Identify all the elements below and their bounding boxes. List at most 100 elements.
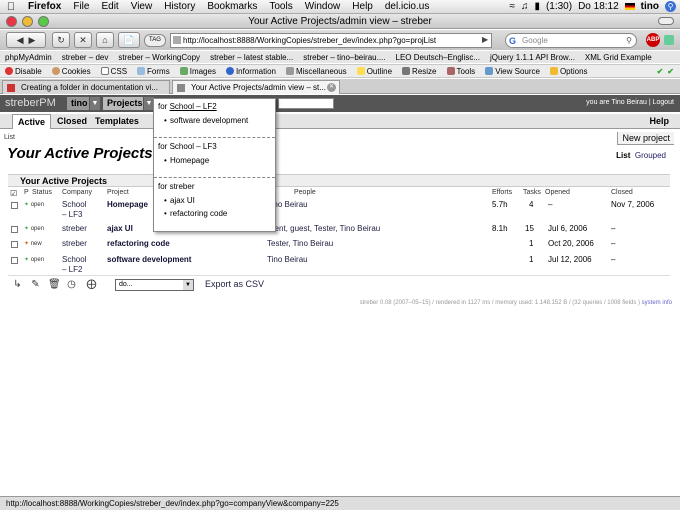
system-info-link[interactable]: system info [642,300,672,306]
extension-icon[interactable] [664,35,674,45]
dropdown-project-item[interactable]: refactoring code [154,207,275,220]
people-link[interactable]: Tino Beirau [267,255,308,264]
col-people[interactable]: People [294,189,316,196]
dropdown-company-link[interactable]: School – LF2 [170,102,217,111]
company-link-2[interactable]: – LF3 [62,210,82,219]
company-link[interactable]: School [62,200,86,209]
dropdown-company-header[interactable]: for streber [154,179,275,194]
battery-icon[interactable]: ▮ [534,1,540,12]
dev-forms[interactable]: Forms [132,67,175,76]
flag-icon[interactable] [624,3,635,10]
row-checkbox[interactable] [11,241,18,248]
clock[interactable]: Do 18:12 [578,1,619,12]
close-window-button[interactable] [6,16,17,27]
menu-bookmarks[interactable]: Bookmarks [201,1,263,12]
col-closed[interactable]: Closed [611,189,633,196]
user-info[interactable]: you are Tino Beirau | Logout [586,99,674,106]
dev-cookies[interactable]: Cookies [47,67,96,76]
project-link[interactable]: Homepage [107,200,148,209]
project-link[interactable]: ajax UI [107,224,133,233]
dev-tools[interactable]: Tools [442,67,481,76]
nav-user[interactable]: tino [67,97,89,110]
export-csv-link[interactable]: Export as CSV [205,279,264,289]
project-link[interactable]: refactoring code [107,239,170,248]
col-status[interactable]: Status [32,189,52,196]
people-link[interactable]: Tester, Tino Beirau [267,239,333,248]
col-priority[interactable]: P [24,189,29,196]
menu-delicious[interactable]: del.icio.us [379,1,435,12]
check-icon[interactable]: ✔ [657,67,668,76]
bookmark-streber-tino[interactable]: streber – tino–beirau.... [298,53,390,62]
home-icon[interactable]: ⌂ [96,32,114,48]
dev-resize[interactable]: Resize [397,67,441,76]
col-tasks[interactable]: Tasks [523,189,541,196]
col-project[interactable]: Project [107,189,129,196]
search-icon[interactable]: ⚲ [626,34,632,47]
menu-history[interactable]: History [158,1,201,12]
edit-icon[interactable]: ✎ [30,279,41,290]
menu-edit[interactable]: Edit [95,1,124,12]
reload-icon[interactable]: ↻ [52,32,70,48]
spotlight-icon[interactable]: ⚲ [665,1,676,12]
google-icon[interactable]: G [509,35,516,48]
stop-icon[interactable]: ✕ [74,32,92,48]
dropdown-project-item[interactable]: software development [154,114,275,127]
tab-help[interactable]: Help [644,114,674,129]
dev-outline[interactable]: Outline [352,67,397,76]
bookmark-icon[interactable]: 📄 [118,32,140,48]
new-project-button[interactable]: New project [617,132,674,145]
menu-window[interactable]: Window [299,1,347,12]
toolbar-toggle-button[interactable] [658,17,674,25]
dropdown-project-item[interactable]: Homepage [154,154,275,167]
new-item-icon[interactable]: ⨁ [86,279,97,290]
dev-information[interactable]: Information [221,67,281,76]
menu-file[interactable]: File [67,1,95,12]
header-search-input[interactable] [278,98,334,109]
wifi-icon[interactable]: ≈ [509,1,515,12]
dev-view-source[interactable]: View Source [480,67,545,76]
dev-options[interactable]: Options [545,67,593,76]
row-checkbox[interactable] [11,226,18,233]
breadcrumb[interactable]: List [4,134,15,141]
view-list-link[interactable]: List [616,151,630,160]
dropdown-company-header[interactable]: for School – LF2 [154,99,275,114]
row-checkbox[interactable] [11,202,18,209]
minimize-window-button[interactable] [22,16,33,27]
user-menu[interactable]: tino [641,1,659,12]
tab-closed[interactable]: Closed [52,114,92,129]
people-link[interactable]: client, guest, Tester, Tino Beirau [267,224,380,233]
delete-icon[interactable]: 🗑 [48,279,61,290]
select-all-icon[interactable]: ☑ [10,189,17,198]
bookmark-leo[interactable]: LEO Deutsch–Englisc... [391,53,485,62]
bookmark-streber-dev[interactable]: streber – dev [57,53,114,62]
tab-creating-folder[interactable]: Creating a folder in documentation vi... [2,80,170,94]
col-opened[interactable]: Opened [545,189,570,196]
col-efforts[interactable]: Efforts [492,189,512,196]
bookmark-streber-workingcopy[interactable]: streber – WorkingCopy [113,53,205,62]
col-company[interactable]: Company [62,189,92,196]
company-link-2[interactable]: – LF2 [62,265,82,274]
bookmark-phpmyadmin[interactable]: phpMyAdmin [0,53,57,62]
zoom-window-button[interactable] [38,16,49,27]
view-grouped-link[interactable]: Grouped [635,151,666,160]
dropdown-company-link[interactable]: streber [170,182,195,191]
menu-help[interactable]: Help [346,1,379,12]
back-button[interactable]: ◀ ▶ [6,32,46,48]
adblock-icon[interactable]: ABP [646,33,660,47]
streber-logo[interactable]: streberPM [5,97,56,109]
row-checkbox[interactable] [11,257,18,264]
bookmark-streber-stable[interactable]: streber – latest stable... [205,53,298,62]
close-tab-icon[interactable]: ✕ [327,83,336,92]
volume-icon[interactable]: ♫ [521,1,529,12]
menu-tools[interactable]: Tools [263,1,298,12]
company-link[interactable]: streber [62,239,87,248]
dev-css[interactable]: CSS [96,67,132,76]
dev-disable[interactable]: Disable [0,67,47,76]
url-input[interactable]: http://localhost:8888/WorkingCopies/stre… [170,33,492,48]
check-icon-2[interactable]: ✔ [667,67,680,76]
dropdown-company-header[interactable]: for School – LF3 [154,139,275,154]
tag-icon[interactable]: TAG [144,34,166,47]
nav-projects[interactable]: Projects [103,97,143,110]
dropdown-project-item[interactable]: ajax UI [154,194,275,207]
bulk-action-select[interactable]: do... ▼ [115,279,194,291]
